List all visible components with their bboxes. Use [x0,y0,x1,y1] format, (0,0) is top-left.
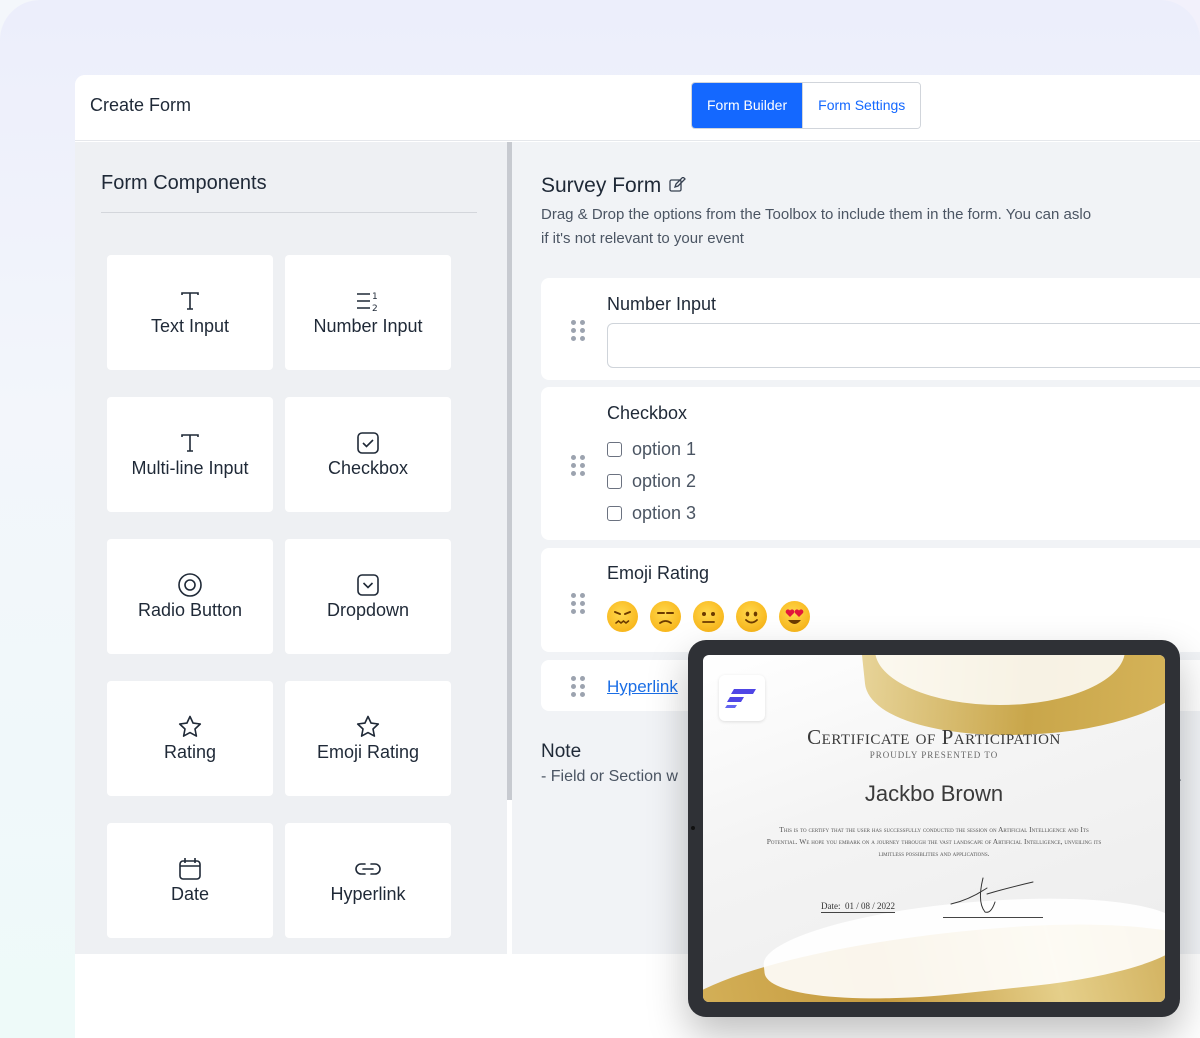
component-text-input[interactable]: Text Input [107,255,273,370]
certificate-date: Date: 01 / 08 / 2022 [821,901,896,913]
component-date[interactable]: Date [107,823,273,938]
components-sidebar: Form Components Text Input 12 Number Inp… [75,142,507,954]
certificate-title: Certificate of Participation [807,725,1061,749]
option-label: option 1 [632,439,697,459]
tab-form-settings[interactable]: Form Settings [802,83,921,128]
neutral-face-icon[interactable] [693,601,724,632]
divider [101,212,477,213]
number-list-icon: 12 [355,288,381,314]
sidebar-title: Form Components [101,172,267,194]
drag-handle-icon[interactable] [571,455,585,476]
component-number-input[interactable]: 12 Number Input [285,255,451,370]
drag-handle-icon[interactable] [571,320,585,341]
component-label: Hyperlink [330,884,406,904]
number-input-field[interactable] [607,323,1200,368]
signature-icon [950,877,1034,913]
component-rating[interactable]: Rating [107,681,273,796]
page-title: Create Form [90,95,192,115]
form-description-line: if it's not relevant to your event [541,230,744,247]
component-radio-button[interactable]: Radio Button [107,539,273,654]
view-switcher: Form Builder Form Settings [691,82,922,129]
form-title-text: Survey Form [541,174,662,197]
component-label: Emoji Rating [316,742,420,762]
smiling-face-icon[interactable] [736,601,767,632]
option-label: option 3 [632,503,697,523]
checkbox-icon[interactable] [607,442,622,457]
component-emoji-rating[interactable]: Emoji Rating [285,681,451,796]
component-multiline-input[interactable]: Multi-line Input [107,397,273,512]
angry-face-icon[interactable] [607,601,638,632]
component-label: Multi-line Input [131,458,249,478]
field-checkbox[interactable]: Checkbox option 1 option 2 option 3 [541,387,1200,540]
unamused-face-icon[interactable] [650,601,681,632]
certificate-body: This is to certify that the user has suc… [766,825,1102,858]
certificate-recipient: Jackbo Brown [864,781,1004,806]
field-label: Checkbox [607,403,688,423]
component-dropdown[interactable]: Dropdown [285,539,451,654]
component-label: Date [170,884,210,904]
text-icon [179,430,201,456]
option-label: option 2 [632,471,697,491]
svg-text:2: 2 [372,304,378,313]
component-label: Text Input [150,316,230,336]
certificate-preview: Certificate of Participation PROUDLY PRE… [703,655,1165,1002]
link-icon [354,856,382,882]
tablet-device: Certificate of Participation PROUDLY PRE… [688,640,1180,1017]
form-description-line: Drag & Drop the options from the Toolbox… [541,206,1092,223]
date-value: 01 / 08 / 2022 [845,901,896,911]
component-label: Radio Button [137,600,243,620]
field-number-input[interactable]: Number Input [541,278,1200,380]
component-label: Dropdown [326,600,410,620]
drag-handle-icon[interactable] [571,676,585,697]
note-text: - Field or Section w [541,768,678,785]
tablet-camera [691,826,695,830]
dropdown-icon [356,572,380,598]
note-title: Note [541,741,582,762]
svg-text:1: 1 [372,292,378,302]
component-label: Rating [163,742,217,762]
form-description: Drag & Drop the options from the Toolbox… [541,203,1200,251]
calendar-icon [177,856,203,882]
radio-icon [177,572,203,598]
tab-form-builder[interactable]: Form Builder [692,83,803,128]
hyperlink-field[interactable]: Hyperlink [607,677,678,697]
component-label: Number Input [313,316,423,336]
text-icon [179,288,201,314]
component-hyperlink[interactable]: Hyperlink [285,823,451,938]
date-label: Date: [821,901,841,911]
star-icon [177,714,203,740]
star-icon [355,714,381,740]
checkbox-icon[interactable] [607,506,622,521]
edit-icon[interactable] [669,174,687,198]
component-checkbox[interactable]: Checkbox [285,397,451,512]
checkbox-option[interactable]: option 2 [607,471,696,492]
brand-logo-icon [719,675,765,721]
certificate-subtitle: PROUDLY PRESENTED TO [869,750,999,760]
field-emoji-rating[interactable]: Emoji Rating [541,548,1200,652]
signature-line [943,868,1043,918]
checkbox-option[interactable]: option 3 [607,503,696,524]
checkbox-option[interactable]: option 1 [607,439,696,460]
drag-handle-icon[interactable] [571,593,585,614]
field-label: Number Input [607,294,717,314]
field-label: Emoji Rating [607,563,710,583]
checkbox-icon [356,430,380,456]
top-bar: Create Form Form Builder Form Settings [75,75,1200,141]
heart-eyes-face-icon[interactable] [779,601,810,632]
emoji-rating-group [607,601,810,632]
form-title: Survey Form [541,174,687,198]
component-label: Checkbox [327,458,409,478]
checkbox-icon[interactable] [607,474,622,489]
